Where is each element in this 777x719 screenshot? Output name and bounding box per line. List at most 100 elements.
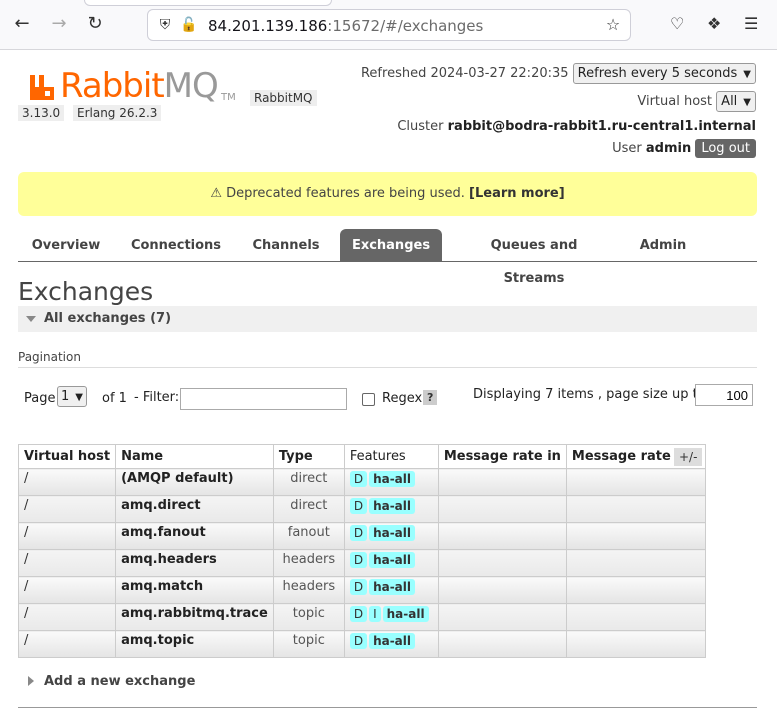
cell-exchange-name-link[interactable]: amq.topic [115, 630, 274, 658]
tab-admin[interactable]: Admin [630, 229, 696, 262]
shield-icon[interactable]: ⛨ [156, 16, 174, 34]
version-tag: 3.13.0 [18, 105, 65, 121]
add-exchange-section-toggle[interactable]: Add a new exchange [28, 674, 195, 689]
cell-virtual-host: / [17, 549, 117, 577]
cell-message-rate-in [437, 522, 567, 550]
feature-badge: D [349, 579, 368, 595]
menu-icon[interactable]: ☰ [744, 14, 758, 33]
filter-input[interactable] [180, 388, 347, 410]
insecure-lock-icon[interactable]: 🔓 [180, 16, 198, 34]
cell-exchange-name-link[interactable]: amq.fanout [115, 522, 274, 550]
page-select-value: 1 [61, 389, 70, 404]
learn-more-link[interactable]: [Learn more] [469, 186, 565, 201]
url-host: 84.201.139.186 [208, 17, 328, 35]
rabbitmq-logo-icon [30, 75, 54, 100]
feature-badge: ha-all [369, 525, 416, 541]
table-header-row: Virtual host Name Type Features Message … [17, 444, 706, 469]
regex-label: Regex [382, 391, 423, 406]
extensions-icon[interactable]: ❖ [707, 14, 721, 33]
logo-wordmark: RabbitMQ [60, 66, 219, 106]
feature-badge: ha-all [369, 498, 416, 514]
cluster-row: Cluster rabbit@bodra-rabbit1.ru-central1… [397, 119, 756, 134]
table-row: / amq.direct direct Dha-all [17, 495, 706, 523]
table-row: / amq.headers headers Dha-all [17, 549, 706, 577]
logo-rabbit: Rabbit [60, 66, 165, 106]
cell-exchange-name-link[interactable]: amq.rabbitmq.trace [115, 603, 274, 631]
pocket-icon[interactable]: ♡ [670, 14, 684, 33]
col-virtual-host[interactable]: Virtual host [17, 444, 117, 469]
col-name[interactable]: Name [115, 444, 274, 469]
table-row: / amq.fanout fanout Dha-all [17, 522, 706, 550]
feature-badge: ha-all [369, 471, 416, 487]
help-icon[interactable]: ? [423, 390, 438, 405]
deprecation-warning: ⚠ Deprecated features are being used. [L… [18, 172, 757, 216]
expand-triangle-icon [28, 676, 34, 686]
feature-badge: D [349, 525, 368, 541]
col-message-rate-in[interactable]: Message rate in [437, 444, 567, 469]
filter-label: - Filter: [134, 390, 180, 405]
cell-message-rate-in [437, 468, 567, 496]
vhost-select[interactable]: All ▼ [716, 91, 756, 112]
back-icon[interactable]: ← [10, 12, 34, 36]
all-exchanges-section-toggle[interactable]: All exchanges (7) [18, 306, 757, 332]
refresh-select-value: Refresh every 5 seconds [577, 66, 738, 81]
cell-message-rate-out [565, 522, 706, 550]
forward-icon[interactable]: → [47, 12, 71, 36]
col-type[interactable]: Type [272, 444, 345, 469]
cell-message-rate-out [565, 549, 706, 577]
logout-button[interactable]: Log out [695, 139, 756, 158]
vhost-select-value: All [721, 94, 738, 109]
page-select[interactable]: 1 ▼ [57, 386, 87, 407]
divider [18, 707, 757, 708]
browser-tab[interactable] [84, 0, 332, 6]
table-row: / amq.match headers Dha-all [17, 576, 706, 604]
user-label: User [612, 141, 642, 156]
tab-overview[interactable]: Overview [26, 229, 106, 262]
cell-type: headers [272, 549, 345, 577]
cell-type: direct [272, 468, 345, 496]
tab-channels[interactable]: Channels [246, 229, 326, 262]
tab-connections[interactable]: Connections [124, 229, 228, 262]
bookmark-star-icon[interactable]: ☆ [604, 16, 622, 34]
cell-type: topic [272, 630, 345, 658]
cell-message-rate-out [565, 495, 706, 523]
vhost-row: Virtual host All ▼ [637, 91, 756, 112]
logo-mq: MQ [163, 66, 219, 106]
url-text[interactable]: 84.201.139.186:15672/#/exchanges [208, 17, 483, 35]
cell-message-rate-in [437, 495, 567, 523]
refresh-interval-select[interactable]: Refresh every 5 seconds ▼ [572, 63, 756, 84]
cell-exchange-name-link[interactable]: (AMQP default) [115, 468, 274, 496]
divider [18, 367, 757, 368]
col-features: Features [343, 444, 439, 469]
address-bar[interactable]: ⛨ 🔓 84.201.139.186:15672/#/exchanges ☆ [147, 9, 631, 41]
page-title: Exchanges [18, 277, 154, 306]
feature-badge: ha-all [369, 552, 416, 568]
refreshed-timestamp: Refreshed 2024-03-27 22:20:35 [360, 66, 569, 81]
page-size-input[interactable] [695, 384, 753, 406]
cell-features: D Iha-all [343, 603, 439, 631]
cell-features: Dha-all [343, 495, 439, 523]
logo-tm: TM [221, 92, 236, 103]
table-row: / amq.rabbitmq.trace topic D Iha-all [17, 603, 706, 631]
cell-type: headers [272, 576, 345, 604]
cell-exchange-name-link[interactable]: amq.headers [115, 549, 274, 577]
exchanges-table: Virtual host Name Type Features Message … [17, 444, 706, 658]
cell-virtual-host: / [17, 576, 117, 604]
tab-queues-and-streams[interactable]: Queues and Streams [458, 229, 610, 286]
cell-features: Dha-all [343, 522, 439, 550]
cell-message-rate-out [565, 468, 706, 496]
regex-checkbox[interactable] [362, 393, 375, 406]
columns-toggle-button[interactable]: +/- [674, 448, 703, 466]
cell-exchange-name-link[interactable]: amq.direct [115, 495, 274, 523]
tab-exchanges[interactable]: Exchanges [340, 229, 442, 262]
cluster-label: Cluster [397, 119, 444, 134]
cell-type: fanout [272, 522, 345, 550]
cell-features: Dha-all [343, 468, 439, 496]
feature-badge: D [349, 471, 368, 487]
cell-virtual-host: / [17, 630, 117, 658]
reload-icon[interactable]: ↻ [83, 12, 107, 36]
cell-exchange-name-link[interactable]: amq.match [115, 576, 274, 604]
table-row: / amq.topic topic Dha-all [17, 630, 706, 658]
cell-type: direct [272, 495, 345, 523]
cell-message-rate-out [565, 630, 706, 658]
